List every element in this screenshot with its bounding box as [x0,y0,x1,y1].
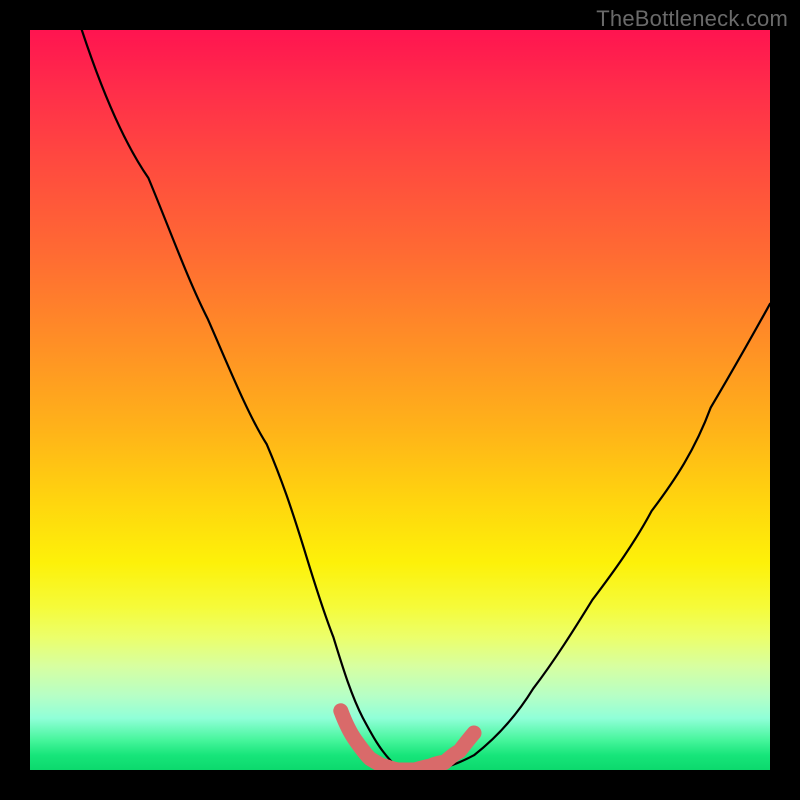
flat-bottom-highlight [341,711,474,770]
chart-svg [30,30,770,770]
watermark-text: TheBottleneck.com [596,6,788,32]
bottleneck-curve [82,30,770,770]
plot-area [30,30,770,770]
outer-frame: TheBottleneck.com [0,0,800,800]
